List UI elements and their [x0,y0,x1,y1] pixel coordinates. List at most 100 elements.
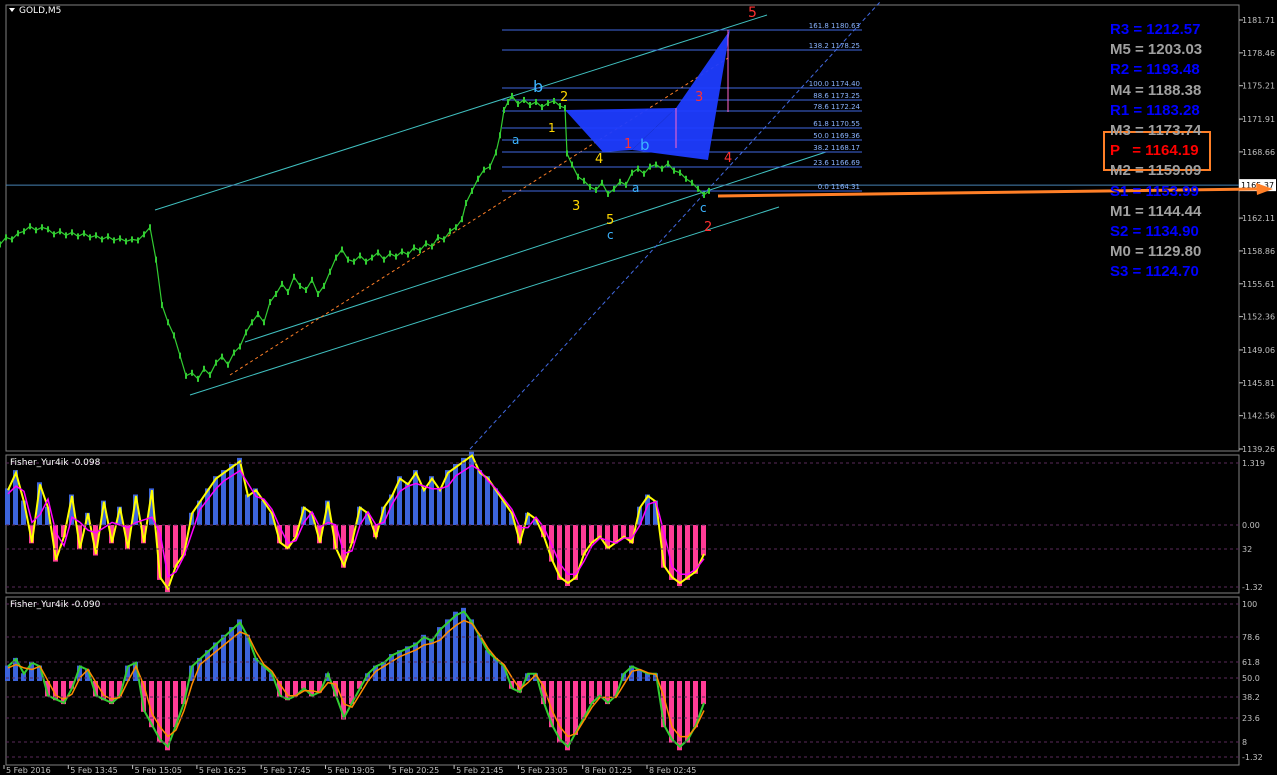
price-candle [461,216,463,223]
pivot-level-label: S1 = 1153.99 [1110,182,1199,200]
histogram-bar [573,681,578,735]
price-candle [564,105,566,112]
price-candle [477,175,479,182]
price-candle [143,231,145,238]
pivot-level-label: M3 = 1173.74 [1110,122,1202,139]
wave-label: 5 [606,213,614,228]
time-tick-label: 5 Feb 21:45 [456,766,503,775]
price-candle [299,282,301,289]
price-candle [77,233,79,240]
pivot-level-label: S3 = 1124.70 [1110,263,1199,281]
indicator-tick-label: 8 [1242,738,1247,747]
histogram-bar [677,525,682,586]
histogram-bar [461,457,466,525]
price-candle [377,249,379,256]
price-candle [655,161,657,168]
price-candle [107,233,109,240]
price-candle [697,185,699,192]
price-candle [215,359,217,366]
price-candle [483,166,485,173]
chart-canvas[interactable]: 161.8 1180.63 138.2 1178.25 100.0 1174.40 8… [0,0,1277,775]
price-candle [529,101,531,108]
chart-menu-triangle-icon[interactable] [9,8,15,12]
price-candle [257,311,259,318]
price-candle [251,319,253,326]
histogram-bar [221,634,226,681]
price-candle [311,276,313,283]
fib-level-label: 0.0 1164.31 [818,183,860,191]
wave-label: 1 [624,137,632,152]
histogram-bar [421,634,426,681]
price-candle [637,165,639,172]
histogram-bar [621,525,626,538]
histogram-bar [685,525,690,580]
time-tick-label: 5 Feb 17:45 [263,766,310,775]
price-candle [275,290,277,297]
indicator-tick-label: 32 [1242,545,1252,554]
price-candle [173,332,175,339]
main-pane-frame [5,4,1240,452]
price-candle [23,228,25,235]
indicator-tick-label: 1.319 [1242,459,1265,468]
pivot-level-label: S2 = 1134.90 [1110,223,1199,240]
dotted-trend-line [229,57,729,376]
histogram-bar [237,619,242,681]
price-candle [131,236,133,243]
price-candle [323,282,325,289]
price-candle [499,132,501,139]
price-candle [125,238,127,245]
price-candle [449,228,451,235]
price-candle [137,237,139,244]
price-candle [601,179,603,186]
price-candle [495,149,497,156]
histogram-bar [565,525,570,586]
time-tick-label: 8 Feb 02:45 [649,766,696,775]
price-tick-label: 1142.56 [1242,412,1275,421]
symbol-title: GOLD,M5 [19,6,61,16]
price-candle [419,247,421,254]
histogram-bar [485,476,490,525]
price-candle [203,365,205,372]
fib-level-label: 88.6 1173.25 [813,92,860,100]
wave-label: 2 [560,90,568,105]
indicator-tick-label: 78.6 [1242,633,1260,642]
histogram-bar [405,646,410,681]
histogram-bar [485,650,490,681]
histogram-bar [421,488,426,525]
wave-label: 5 [748,5,757,21]
fib-level-label: 78.6 1172.24 [813,103,860,111]
price-candle [59,228,61,235]
price-candle [389,250,391,257]
time-tick-label: 5 Feb 15:05 [135,766,182,775]
price-candle [353,258,355,265]
price-candle [383,256,385,263]
fib-level-label: 161.8 1180.63 [809,22,860,30]
histogram-bar [597,681,602,697]
indicator-tick-label: 50.0 [1242,674,1260,683]
price-tick-label: 1149.06 [1242,346,1275,355]
histogram-bar [477,634,482,681]
price-candle [703,191,705,198]
price-candle [53,231,55,238]
price-candle [471,187,473,194]
price-candle [649,163,651,170]
price-candle [269,299,271,306]
pivot-level-label: R1 = 1183.28 [1110,101,1200,119]
fisher-line-fast [7,610,705,749]
histogram-bar [453,611,458,681]
price-candle [619,178,621,185]
price-candle [691,179,693,186]
histogram-bar [685,681,690,743]
price-candle [239,343,241,350]
wave-label: 4 [724,151,732,166]
price-tick-label: 1155.61 [1242,280,1275,289]
histogram-bar [429,638,434,681]
price-candle [625,181,627,188]
pivot-level-label: M2 = 1159.09 [1110,162,1202,180]
price-candle [29,223,31,230]
price-tick-label: 1139.26 [1242,445,1275,454]
fib-level-label: 50.0 1169.36 [813,132,860,140]
indicator2-title: Fisher_Yur4ik -0.090 [10,600,101,610]
price-candle [185,372,187,379]
pivot-level-label: M1 = 1144.44 [1110,202,1202,220]
